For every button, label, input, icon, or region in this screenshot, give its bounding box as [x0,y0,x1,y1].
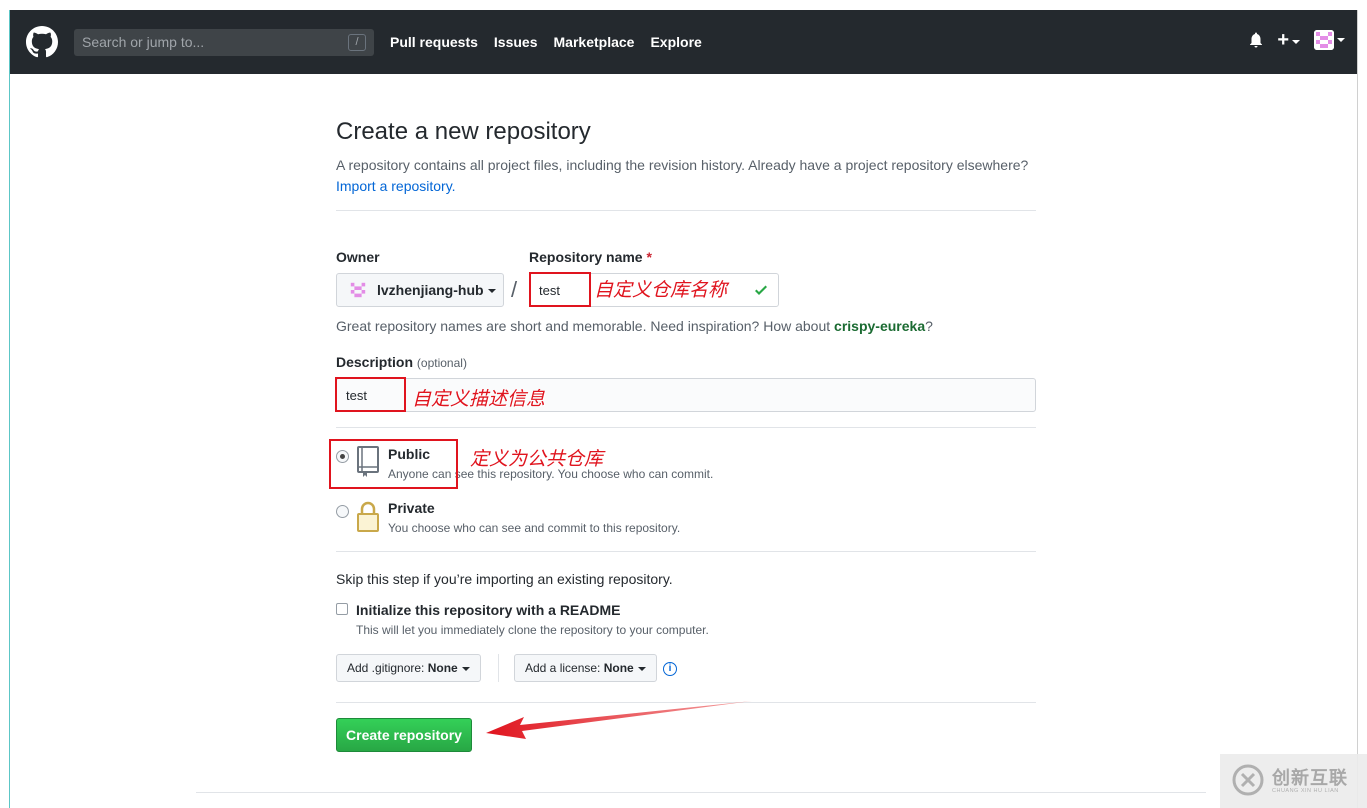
window-border-right [1357,10,1358,808]
page-subtitle: A repository contains all project files,… [336,155,1036,197]
readme-checkbox[interactable] [336,603,348,615]
private-radio[interactable] [336,505,349,518]
optional-marker: (optional) [416,356,467,370]
license-dropdown[interactable]: Add a license: None [514,654,657,682]
nav-explore[interactable]: Explore [650,34,701,50]
vertical-divider [498,654,499,682]
chevron-down-icon [1292,40,1300,45]
owner-label: Owner [336,249,380,265]
search-placeholder: Search or jump to... [82,34,205,50]
chevron-down-icon [1337,38,1345,42]
owner-name: lvzhenjiang-hub [377,282,496,298]
watermark: 创新互联 CHUANG XIN HU LIAN [1220,754,1367,808]
github-logo-icon[interactable] [26,26,58,58]
annotation-description: 自定义描述信息 [412,388,546,410]
chevron-down-icon [487,289,496,294]
name-suggestion-link[interactable]: crispy-eureka [834,318,925,334]
create-repository-button[interactable]: Create repository [336,718,472,752]
annotation-repo-name: 自定义仓库名称 [594,279,728,301]
watermark-logo-icon [1232,764,1264,796]
license-prefix: Add a license: [525,661,604,675]
divider [336,210,1036,211]
search-input[interactable]: Search or jump to... / [74,29,374,56]
divider [336,427,1036,428]
private-option-note: You choose who can see and commit to thi… [388,521,681,535]
window-border-left [9,10,10,808]
chevron-down-icon [637,666,646,671]
gitignore-dropdown[interactable]: Add .gitignore: None [336,654,481,682]
skip-step-text: Skip this step if you’re importing an ex… [336,571,673,587]
divider [336,551,1036,552]
owner-name-text: lvzhenjiang-hub [377,282,484,298]
hint-suffix: ? [925,318,933,334]
annotation-public: 定义为公共仓库 [470,448,604,470]
lock-icon [357,501,379,532]
nav-issues[interactable]: Issues [494,34,538,50]
repo-name-label: Repository name * [529,249,652,265]
header-actions: + [1249,30,1345,50]
user-menu[interactable] [1314,30,1345,50]
footer-divider [196,792,1206,793]
description-label-text: Description [336,354,414,370]
gitignore-value: None [427,661,458,675]
check-icon [755,285,767,295]
owner-avatar [350,282,366,298]
watermark-text: 创新互联 [1272,768,1348,788]
readme-note: This will let you immediately clone the … [356,623,709,637]
avatar [1314,30,1334,50]
import-repository-link[interactable]: Import a repository. [336,178,456,194]
nav-pull-requests[interactable]: Pull requests [390,34,478,50]
top-header: Search or jump to... / Pull requests Iss… [10,10,1357,74]
info-icon[interactable]: i [663,662,677,676]
nav-marketplace[interactable]: Marketplace [554,34,635,50]
main-nav: Pull requests Issues Marketplace Explore [390,34,702,50]
private-option-title: Private [388,500,435,516]
license-value: None [603,661,634,675]
page-heading: Create a new repository A repository con… [336,118,1036,197]
required-marker: * [646,249,652,265]
chevron-down-icon [461,666,470,671]
annotation-arrow-icon [486,701,752,739]
repo-name-hint: Great repository names are short and mem… [336,318,933,334]
owner-dropdown[interactable]: lvzhenjiang-hub [336,273,504,307]
subtitle-text: A repository contains all project files,… [336,157,1029,173]
repo-name-label-text: Repository name [529,249,643,265]
gitignore-prefix: Add .gitignore: [347,661,428,675]
annotation-box-repo-name [529,272,591,307]
page-title: Create a new repository [336,118,591,145]
search-hotkey-badge: / [348,34,366,51]
owner-repo-separator: / [511,277,518,302]
annotation-box-public [329,439,458,489]
readme-label[interactable]: Initialize this repository with a README [356,602,620,618]
watermark-subtext: CHUANG XIN HU LIAN [1272,788,1339,794]
description-label: Description (optional) [336,354,467,370]
hint-text: Great repository names are short and mem… [336,318,835,334]
plus-icon: + [1277,29,1289,51]
create-new-menu[interactable]: + [1277,30,1300,50]
annotation-box-description [335,377,406,412]
bell-icon[interactable] [1249,32,1263,48]
